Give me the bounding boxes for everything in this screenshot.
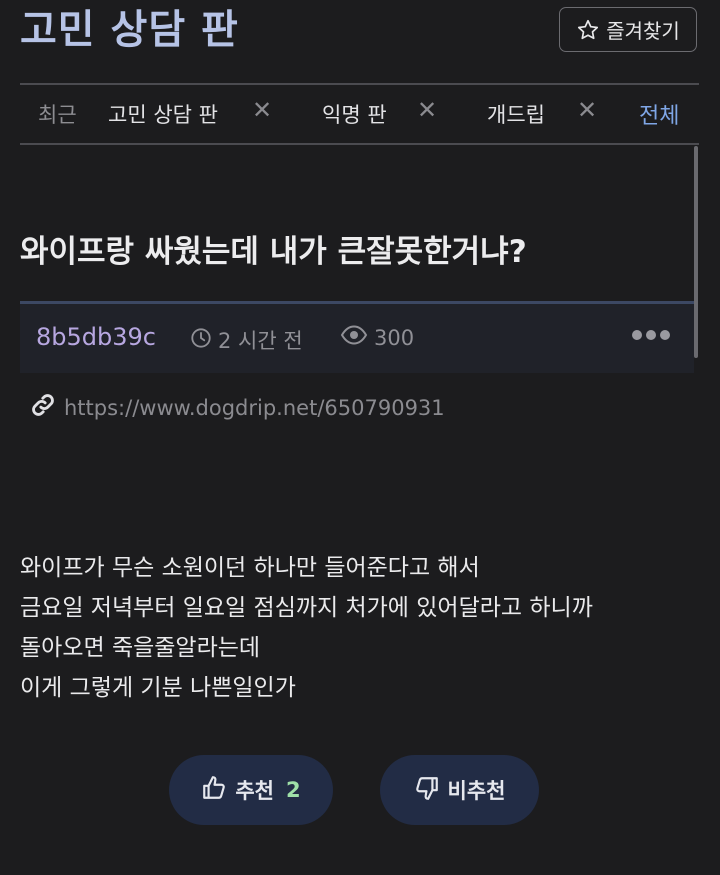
- x-icon[interactable]: ✕: [252, 96, 272, 124]
- upvote-label: 추천: [235, 779, 274, 803]
- post-body-line: 돌아오면 죽을줄알라는데: [20, 635, 261, 661]
- post-author[interactable]: 8b5db39c: [36, 323, 156, 351]
- x-icon[interactable]: ✕: [417, 96, 437, 124]
- tab-board-anonymous[interactable]: 익명 판: [322, 99, 387, 129]
- post-time-text: 2 시간 전: [218, 329, 303, 353]
- tab-board-consult[interactable]: 고민 상담 판: [108, 99, 218, 129]
- clock-icon: [190, 327, 212, 354]
- scrollbar-thumb[interactable]: [694, 146, 698, 358]
- favorite-button[interactable]: 즐겨찾기: [559, 7, 697, 52]
- more-dots-icon[interactable]: [632, 330, 670, 340]
- eye-icon: [340, 325, 368, 350]
- downvote-button[interactable]: 비추천: [380, 755, 539, 825]
- post-body-line: 와이프가 무슨 소원이던 하나만 들어준다고 해서: [20, 555, 480, 581]
- star-outline-icon: [576, 18, 600, 42]
- downvote-label: 비추천: [447, 779, 506, 803]
- tab-all[interactable]: 전체: [639, 98, 679, 130]
- tab-board-dogdrip[interactable]: 개드립: [487, 99, 545, 129]
- post-meta-bar: 8b5db39c 2 시간 전 300: [20, 301, 694, 373]
- post-body: 와이프가 무슨 소원이던 하나만 들어준다고 해서 금요일 저녁부터 일요일 점…: [20, 548, 593, 708]
- link-icon: [30, 392, 56, 423]
- post-title: 와이프랑 싸웠는데 내가 큰잘못한거냐?: [20, 234, 527, 270]
- board-title[interactable]: 고민 상담 판: [20, 4, 239, 56]
- favorite-label: 즐겨찾기: [606, 19, 680, 43]
- upvote-count: 2: [286, 778, 301, 802]
- recent-tabs-bar: 최근 고민 상담 판 ✕ 익명 판 ✕ 개드립 ✕ 전체: [20, 83, 699, 145]
- recent-label: 최근: [38, 103, 77, 127]
- post-views: 300: [340, 325, 414, 350]
- thumbs-up-icon: [201, 775, 227, 806]
- post-link[interactable]: https://www.dogdrip.net/650790931: [30, 392, 445, 423]
- thumbs-down-icon: [414, 775, 440, 806]
- post-body-line: 이게 그렇게 기분 나쁜일인가: [20, 675, 296, 701]
- post-body-line: 금요일 저녁부터 일요일 점심까지 처가에 있어달라고 하니까: [20, 595, 593, 621]
- post-views-count: 300: [374, 325, 415, 350]
- post-time: 2 시간 전: [190, 325, 303, 355]
- upvote-button[interactable]: 추천 2: [169, 755, 333, 825]
- x-icon[interactable]: ✕: [577, 96, 597, 124]
- post-url-text: https://www.dogdrip.net/650790931: [64, 395, 445, 420]
